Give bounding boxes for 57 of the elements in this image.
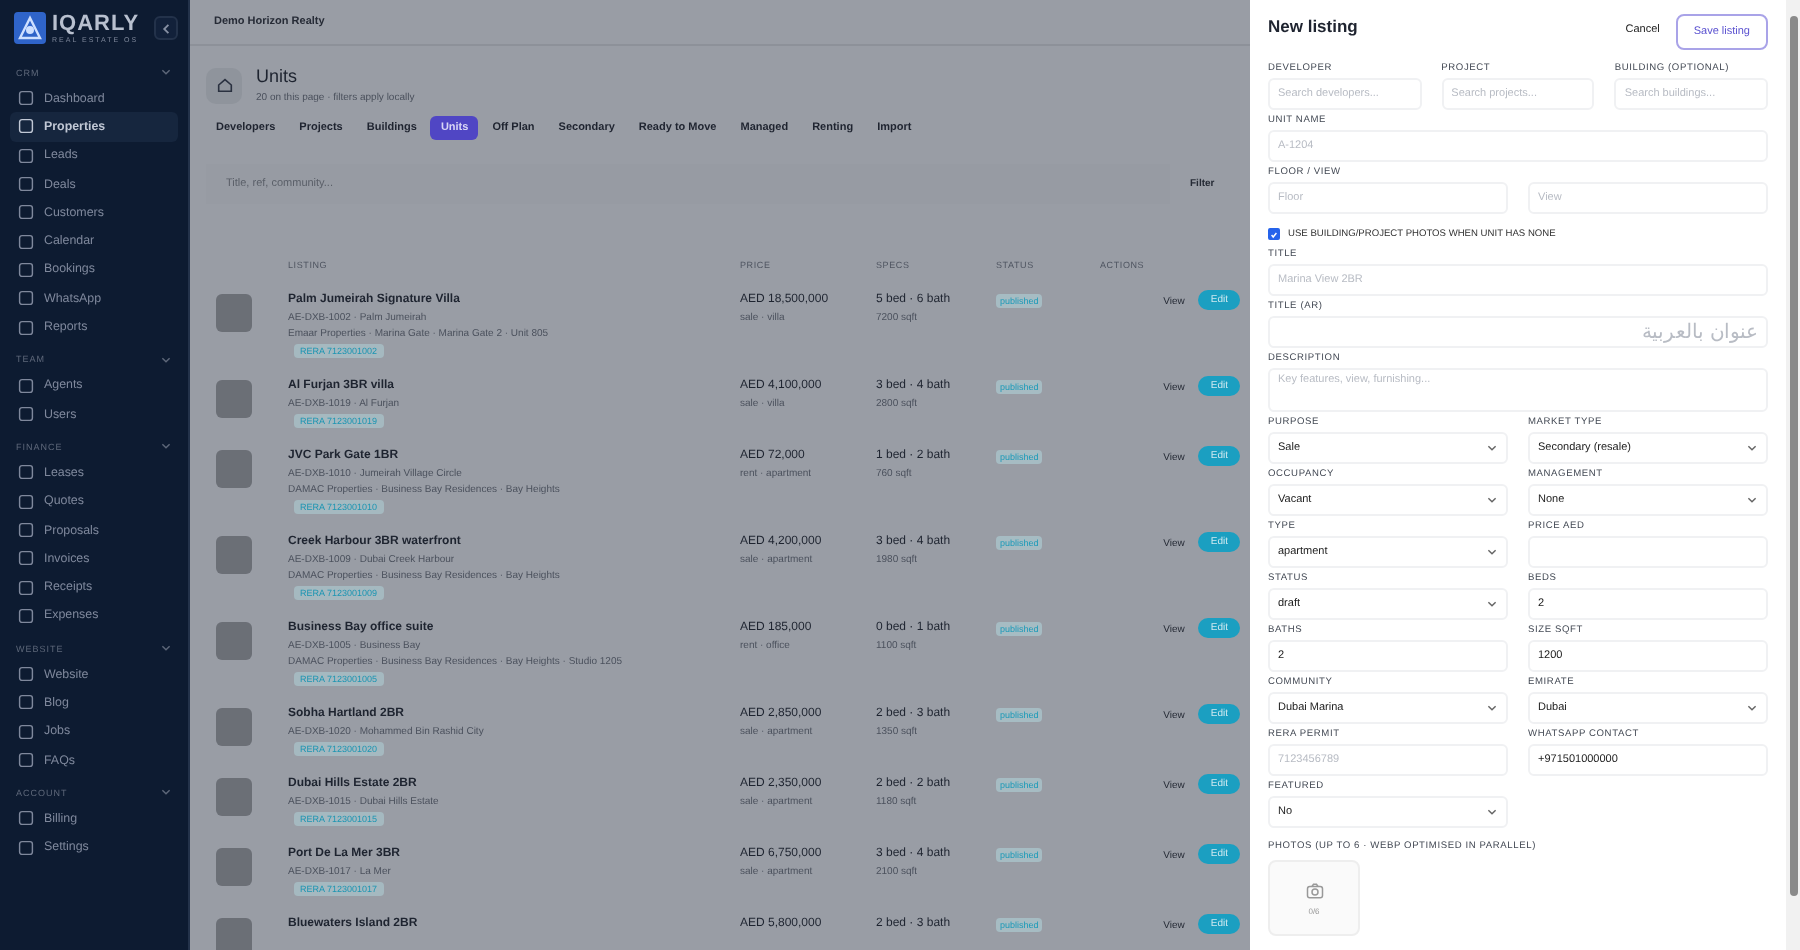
scrollbar[interactable] [1786, 0, 1800, 950]
square-icon [18, 839, 34, 856]
chevron-icon [160, 786, 172, 799]
chevron-icon [1486, 598, 1498, 610]
square-icon [18, 723, 34, 740]
house-icon [215, 76, 233, 94]
square-icon [18, 464, 34, 481]
photo-placeholder [216, 848, 252, 886]
logo-icon [14, 12, 46, 44]
square-icon [18, 118, 34, 135]
photo-placeholder [216, 380, 252, 418]
chevron-icon [1486, 806, 1498, 818]
square-icon [18, 90, 34, 107]
page-title: Units [256, 66, 300, 86]
photo-placeholder [216, 778, 252, 816]
photo-placeholder [216, 294, 252, 332]
square-icon [18, 176, 34, 193]
square-icon [18, 261, 34, 278]
panel-title: New listing [1268, 16, 1358, 36]
photo-placeholder [216, 450, 252, 488]
chevron-icon [1486, 702, 1498, 714]
chevron-icon [1486, 546, 1498, 558]
chevron-icon [160, 642, 172, 655]
input-field[interactable]: عنوان بالعربية [1268, 316, 1768, 348]
chevron-icon [1486, 442, 1498, 454]
chevron-icon [160, 440, 172, 453]
square-icon [18, 204, 34, 221]
square-icon [18, 550, 34, 567]
chevron-icon [160, 66, 172, 78]
square-icon [18, 522, 34, 538]
square-icon [18, 752, 34, 769]
chevron-icon [159, 21, 173, 35]
square-icon [18, 147, 34, 164]
square-icon [18, 377, 34, 394]
square-icon [18, 290, 34, 307]
photo-placeholder [216, 918, 252, 950]
chevron-icon [1746, 702, 1758, 714]
square-icon [18, 233, 34, 250]
square-icon [18, 810, 34, 827]
photo-placeholder [216, 622, 252, 660]
photo-placeholder [216, 536, 252, 574]
brand-name: IQARLY [52, 13, 140, 35]
camera-icon [1305, 881, 1323, 899]
chevron-icon [1746, 494, 1758, 506]
square-icon [18, 319, 34, 336]
square-icon [18, 607, 34, 624]
chevron-icon [1486, 494, 1498, 506]
square-icon [18, 406, 34, 423]
square-icon [18, 579, 34, 596]
photo-placeholder [216, 708, 252, 746]
square-icon [18, 694, 34, 711]
chevron-icon [1746, 442, 1758, 454]
square-icon [18, 666, 34, 683]
collapse-button[interactable] [154, 16, 178, 40]
checkbox[interactable] [1268, 228, 1280, 240]
square-icon [18, 493, 34, 510]
chevron-icon [160, 353, 172, 366]
